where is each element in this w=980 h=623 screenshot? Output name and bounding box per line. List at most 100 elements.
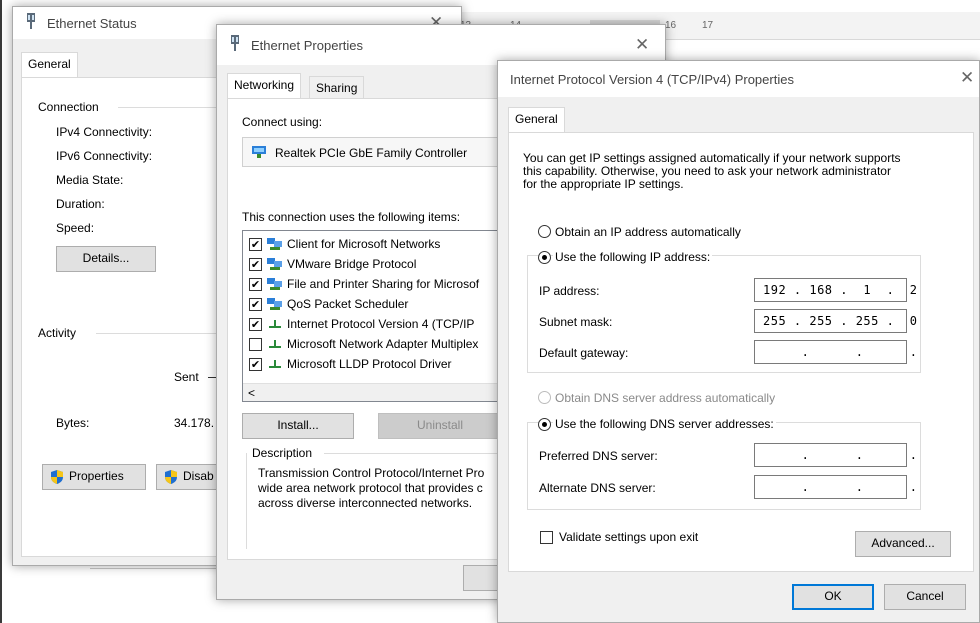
components-list[interactable]: ✔ Client for Microsoft Networks ✔ VMware…: [242, 230, 502, 402]
tab-sharing[interactable]: Sharing: [309, 76, 365, 99]
description-group-label: Description: [252, 446, 313, 460]
item-label: QoS Packet Scheduler: [287, 297, 409, 311]
network-protocol-icon: [269, 320, 281, 328]
list-item[interactable]: ✔ VMware Bridge Protocol: [247, 255, 501, 275]
item-checkbox[interactable]: [249, 338, 262, 351]
details-button[interactable]: Details...: [56, 246, 156, 272]
subnet-mask-label: Subnet mask:: [539, 315, 613, 329]
bytes-sent-value: 34.178.: [174, 416, 215, 430]
ipv4-properties-window: Internet Protocol Version 4 (TCP/IPv4) P…: [497, 60, 980, 623]
alternate-dns-label: Alternate DNS server:: [539, 481, 656, 495]
list-item[interactable]: ✔ Client for Microsoft Networks: [247, 235, 501, 255]
ok-button[interactable]: OK: [792, 584, 874, 610]
validate-label[interactable]: Validate settings upon exit: [559, 530, 698, 544]
background-edge: [0, 0, 2, 623]
item-label: VMware Bridge Protocol: [287, 257, 417, 271]
item-label: Microsoft Network Adapter Multiplex: [287, 337, 479, 351]
network-adapter-icon: [231, 35, 239, 51]
background-strip: [90, 568, 220, 576]
subnet-mask-field[interactable]: 255 . 255 . 255 . 0: [754, 309, 917, 333]
network-protocol-icon: [269, 360, 281, 368]
sent-label: Sent: [174, 370, 199, 384]
use-following-ip-label[interactable]: Use the following IP address:: [553, 250, 713, 264]
ruler-mark: 16: [665, 20, 677, 31]
item-checkbox[interactable]: ✔: [249, 258, 262, 271]
media-state-label: Media State:: [56, 173, 124, 187]
obtain-ip-auto-radio[interactable]: [538, 225, 551, 238]
list-item[interactable]: ✔ Microsoft LLDP Protocol Driver: [247, 355, 501, 375]
list-item-ipv4[interactable]: ✔ Internet Protocol Version 4 (TCP/IP: [247, 315, 501, 335]
item-label: Client for Microsoft Networks: [287, 237, 441, 251]
default-gateway-field[interactable]: . . .: [754, 340, 917, 364]
preferred-dns-field[interactable]: . . .: [754, 443, 917, 467]
description-line: Transmission Control Protocol/Internet P…: [258, 466, 485, 480]
uac-shield-icon: [51, 470, 63, 484]
cancel-button[interactable]: Cancel: [884, 584, 966, 610]
list-item[interactable]: ✔ File and Printer Sharing for Microsof: [247, 275, 501, 295]
item-checkbox[interactable]: ✔: [249, 318, 262, 331]
ip-address-field[interactable]: 192 . 168 . 1 . 2: [754, 278, 917, 302]
item-label: Internet Protocol Version 4 (TCP/IP: [287, 317, 475, 331]
uninstall-button: Uninstall: [378, 413, 502, 439]
item-checkbox[interactable]: ✔: [249, 298, 262, 311]
network-adapter-icon: [27, 13, 35, 29]
network-protocol-icon: [269, 340, 281, 348]
item-checkbox[interactable]: ✔: [249, 358, 262, 371]
preferred-dns-label: Preferred DNS server:: [539, 449, 658, 463]
tab-general[interactable]: General: [508, 107, 565, 133]
list-item[interactable]: Microsoft Network Adapter Multiplex: [247, 335, 501, 355]
duration-label: Duration:: [56, 197, 105, 211]
item-label: File and Printer Sharing for Microsof: [287, 277, 480, 291]
description-line: across diverse interconnected networks.: [258, 496, 473, 510]
connect-using-label: Connect using:: [242, 115, 323, 129]
ipv4-window-title: Internet Protocol Version 4 (TCP/IPv4) P…: [510, 72, 794, 87]
bytes-label: Bytes:: [56, 416, 90, 430]
adapter-name: Realtek PCIe GbE Family Controller: [275, 146, 468, 160]
default-gateway-label: Default gateway:: [539, 346, 629, 360]
network-client-icon: [267, 238, 282, 250]
ruler-mark: 17: [702, 20, 714, 31]
description-line: wide area network protocol that provides…: [258, 481, 483, 495]
properties-window-title: Ethernet Properties: [251, 38, 364, 53]
horizontal-scrollbar[interactable]: <: [243, 383, 501, 401]
install-button[interactable]: Install...: [242, 413, 354, 439]
network-client-icon: [267, 258, 282, 270]
uac-shield-icon: [165, 470, 177, 484]
disable-button-label: Disab: [183, 469, 214, 483]
properties-titlebar[interactable]: Ethernet Properties ✕: [217, 25, 665, 65]
properties-button[interactable]: Properties: [42, 464, 146, 490]
ipv4-titlebar[interactable]: Internet Protocol Version 4 (TCP/IPv4) P…: [498, 61, 979, 97]
ipv4-connectivity-label: IPv4 Connectivity:: [56, 125, 153, 139]
intro-line: for the appropriate IP settings.: [523, 177, 684, 191]
network-client-icon: [267, 278, 282, 290]
close-icon[interactable]: ✕: [960, 68, 974, 88]
network-client-icon: [267, 298, 282, 310]
speed-label: Speed:: [56, 221, 95, 235]
use-following-dns-label[interactable]: Use the following DNS server addresses:: [553, 417, 776, 431]
connection-group-label: Connection: [38, 100, 99, 114]
advanced-button[interactable]: Advanced...: [855, 531, 951, 557]
activity-group-label: Activity: [38, 326, 77, 340]
validate-checkbox[interactable]: [540, 531, 553, 544]
tab-general[interactable]: General: [21, 52, 78, 78]
properties-button-label: Properties: [69, 469, 124, 483]
status-window-title: Ethernet Status: [47, 16, 137, 31]
list-item[interactable]: ✔ QoS Packet Scheduler: [247, 295, 501, 315]
ip-address-label: IP address:: [539, 284, 600, 298]
item-label: Microsoft LLDP Protocol Driver: [287, 357, 452, 371]
tab-networking[interactable]: Networking: [227, 73, 302, 99]
network-adapter-icon: [252, 146, 266, 158]
obtain-ip-auto-label[interactable]: Obtain an IP address automatically: [555, 225, 741, 239]
item-checkbox[interactable]: ✔: [249, 278, 262, 291]
scroll-left-arrow[interactable]: <: [248, 386, 255, 400]
obtain-dns-auto-radio: [538, 391, 551, 404]
items-label: This connection uses the following items…: [242, 210, 461, 224]
close-icon[interactable]: ✕: [635, 35, 649, 55]
ipv6-connectivity-label: IPv6 Connectivity:: [56, 149, 153, 163]
use-following-dns-radio[interactable]: [538, 418, 551, 431]
obtain-dns-auto-label: Obtain DNS server address automatically: [555, 391, 776, 405]
use-following-ip-radio[interactable]: [538, 251, 551, 264]
item-checkbox[interactable]: ✔: [249, 238, 262, 251]
ipv4-general-panel: You can get IP settings assigned automat…: [508, 132, 974, 572]
alternate-dns-field[interactable]: . . .: [754, 475, 917, 499]
